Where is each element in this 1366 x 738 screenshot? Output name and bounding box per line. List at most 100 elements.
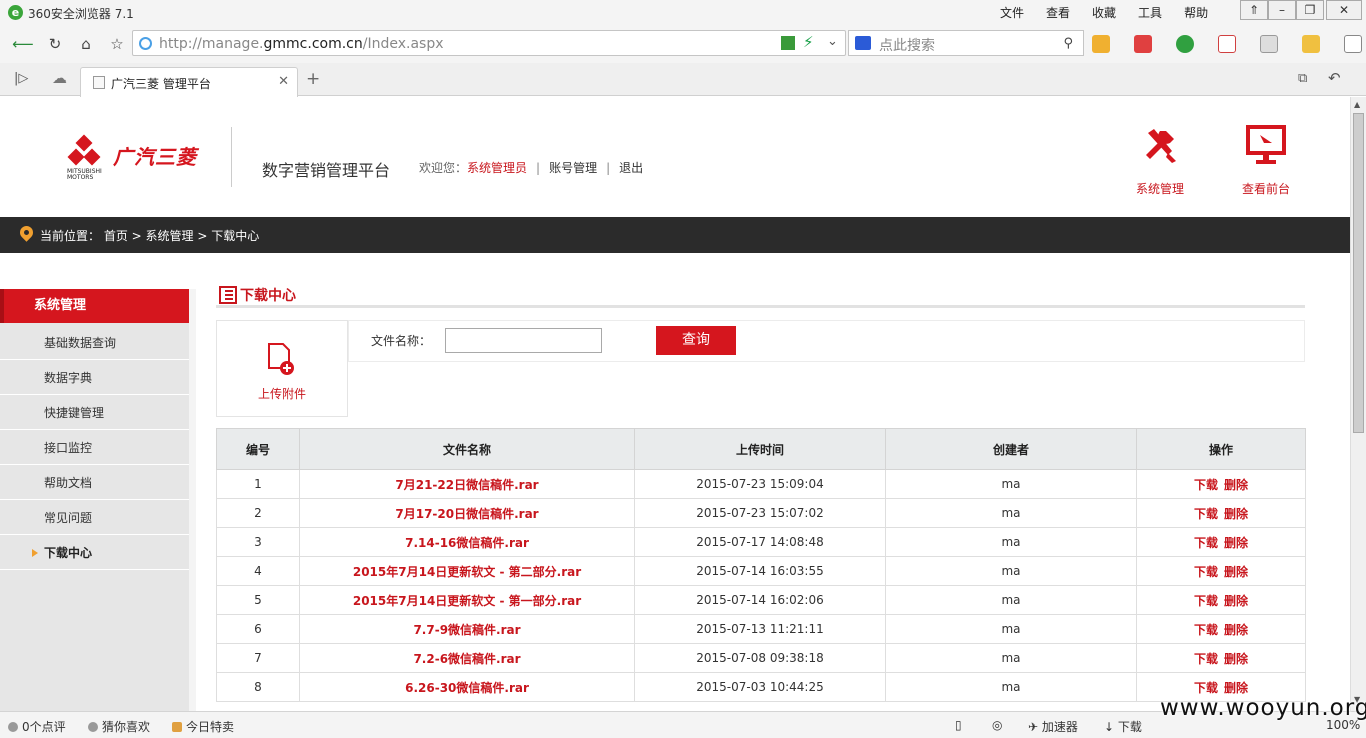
download-link[interactable]: 下载 — [1194, 623, 1218, 637]
game-icon[interactable] — [1302, 35, 1320, 53]
delete-link[interactable]: 删除 — [1224, 536, 1248, 550]
cell-file-name-link[interactable]: 7月21-22日微信稿件.rar — [299, 469, 635, 499]
menu-file[interactable]: 文件 — [1000, 4, 1024, 21]
logout-link[interactable]: 退出 — [619, 161, 643, 175]
shop-icon[interactable] — [1134, 35, 1152, 53]
cell-file-name-link[interactable]: 7.14-16微信稿件.rar — [299, 527, 635, 557]
breadcrumb-path[interactable]: 首页 > 系统管理 > 下载中心 — [104, 229, 259, 243]
tools-icon[interactable] — [1344, 35, 1362, 53]
query-button[interactable]: 查询 — [656, 326, 736, 355]
cell-upload-time: 2015-07-14 16:02:06 — [634, 585, 886, 615]
file-name-input[interactable] — [445, 328, 602, 353]
address-bar[interactable]: http://manage.gmmc.com.cn/Index.aspx ⚡ ⌄ — [132, 30, 846, 56]
page-scrollbar[interactable]: ▲ ▼ — [1350, 97, 1366, 711]
maximize-button[interactable]: ❐ — [1296, 0, 1324, 20]
account-management-link[interactable]: 账号管理 — [549, 161, 597, 175]
left-sidebar: 系统管理 基础数据查询 数据字典 快捷键管理 接口监控 帮助文档 常见问题 下载… — [0, 289, 196, 711]
cell-id: 6 — [216, 614, 300, 644]
cell-creator: ma — [885, 614, 1137, 644]
cell-creator: ma — [885, 672, 1137, 702]
tab-active[interactable]: 广汽三菱 管理平台 ✕ — [80, 67, 298, 97]
new-tab-button[interactable]: + — [306, 69, 320, 89]
view-front-button[interactable]: 查看前台 — [1226, 125, 1306, 197]
download-link[interactable]: 下载 — [1194, 594, 1218, 608]
upload-attachment-button[interactable]: 上传附件 — [216, 320, 348, 417]
comments-status[interactable]: 0个点评 — [8, 718, 66, 735]
address-dropdown-icon[interactable]: ⌄ — [827, 34, 838, 49]
menu-tools[interactable]: 工具 — [1138, 4, 1162, 21]
cell-file-name-link[interactable]: 7.2-6微信稿件.rar — [299, 643, 635, 673]
cell-file-name-link[interactable]: 7月17-20日微信稿件.rar — [299, 498, 635, 528]
home-icon[interactable]: ⌂ — [75, 33, 97, 55]
delete-link[interactable]: 删除 — [1224, 623, 1248, 637]
delete-link[interactable]: 删除 — [1224, 652, 1248, 666]
sidebar-item-faq[interactable]: 常见问题 — [0, 501, 189, 535]
back-icon[interactable]: ⟵ — [12, 33, 34, 55]
extension-icons — [1092, 35, 1366, 53]
restore-tab-icon[interactable]: ⧉ — [1298, 71, 1307, 86]
delete-link[interactable]: 删除 — [1224, 507, 1248, 521]
speed-dial-icon[interactable]: ◎ — [992, 718, 1002, 732]
download-link[interactable]: 下载 — [1194, 478, 1218, 492]
cell-creator: ma — [885, 527, 1137, 557]
minimize-button[interactable]: – — [1268, 0, 1296, 20]
table-row: 3 7.14-16微信稿件.rar 2015-07-17 14:08:48 ma 下载删… — [216, 527, 1306, 557]
page-favicon-icon — [93, 76, 105, 89]
web-page: MITSUBISHI MOTORS 广汽三菱 数字营销管理平台 欢迎您：系统管理… — [0, 97, 1350, 711]
screenshot-icon[interactable] — [1260, 35, 1278, 53]
security-icon[interactable] — [1176, 35, 1194, 53]
scroll-up-icon[interactable]: ▲ — [1354, 100, 1360, 109]
browser-menu-bar: 文件 查看 收藏 工具 帮助 — [1000, 3, 1230, 21]
search-icon[interactable]: ⚲ — [1063, 36, 1073, 51]
sidebar-item-data-dictionary[interactable]: 数据字典 — [0, 361, 189, 395]
refresh-icon[interactable]: ↻ — [44, 33, 66, 55]
sidebar-item-basic-data-query[interactable]: 基础数据查询 — [0, 326, 189, 360]
delete-link[interactable]: 删除 — [1224, 594, 1248, 608]
cell-id: 3 — [216, 527, 300, 557]
delete-link[interactable]: 删除 — [1224, 565, 1248, 579]
scroll-thumb[interactable] — [1353, 113, 1364, 433]
cell-file-name-link[interactable]: 2015年7月14日更新软文 - 第一部分.rar — [299, 585, 635, 615]
current-user[interactable]: 系统管理员 — [467, 161, 527, 175]
daily-deals[interactable]: 今日特卖 — [172, 718, 234, 735]
sidebar-item-download-center[interactable]: 下载中心 — [0, 536, 189, 570]
header-divider — [231, 127, 232, 187]
cell-file-name-link[interactable]: 6.26-30微信稿件.rar — [299, 672, 635, 702]
cell-file-name-link[interactable]: 2015年7月14日更新软文 - 第二部分.rar — [299, 556, 635, 586]
menu-favorites[interactable]: 收藏 — [1092, 4, 1116, 21]
sidebar-toggle-icon[interactable]: |▷ — [14, 71, 28, 86]
download-link[interactable]: 下载 — [1194, 681, 1218, 695]
close-tab-icon[interactable]: ✕ — [278, 74, 289, 89]
undo-close-icon[interactable]: ↶ — [1328, 69, 1341, 87]
download-link[interactable]: 下载 — [1194, 652, 1218, 666]
sidebar-item-help-docs[interactable]: 帮助文档 — [0, 466, 189, 500]
guess-you-like[interactable]: 猜你喜欢 — [88, 718, 150, 735]
download-link[interactable]: 下载 — [1194, 507, 1218, 521]
favorite-star-icon[interactable]: ☆ — [106, 33, 128, 55]
qr-icon[interactable] — [781, 36, 795, 50]
delete-link[interactable]: 删除 — [1224, 478, 1248, 492]
download-link[interactable]: 下载 — [1194, 565, 1218, 579]
mobile-icon[interactable]: ▯ — [955, 718, 962, 732]
cell-file-name-link[interactable]: 7.7-9微信稿件.rar — [299, 614, 635, 644]
menu-view[interactable]: 查看 — [1046, 4, 1070, 21]
skin-icon[interactable]: ⇑ — [1240, 0, 1268, 20]
site-header: MITSUBISHI MOTORS 广汽三菱 数字营销管理平台 欢迎您：系统管理… — [0, 97, 1350, 217]
sidebar-item-shortcut-management[interactable]: 快捷键管理 — [0, 396, 189, 430]
accelerator-button[interactable]: ✈ 加速器 — [1028, 718, 1078, 735]
view-front-label: 查看前台 — [1241, 182, 1290, 196]
sidebar-item-interface-monitor[interactable]: 接口监控 — [0, 431, 189, 465]
close-window-button[interactable]: ✕ — [1326, 0, 1362, 20]
adblock-icon[interactable] — [1218, 35, 1236, 53]
download-link[interactable]: 下载 — [1194, 536, 1218, 550]
apps-icon[interactable] — [1092, 35, 1110, 53]
system-admin-button[interactable]: 系统管理 — [1120, 125, 1200, 197]
download-manager-button[interactable]: ↓ 下载 — [1104, 718, 1142, 735]
search-box[interactable]: 点此搜索 ⚲ — [848, 30, 1084, 56]
speed-mode-icon[interactable]: ⚡ — [803, 33, 814, 51]
cloud-icon[interactable]: ☁ — [52, 69, 67, 87]
sidebar-heading[interactable]: 系统管理 — [0, 289, 189, 323]
delete-link[interactable]: 删除 — [1224, 681, 1248, 695]
baidu-engine-icon[interactable] — [855, 36, 871, 50]
menu-help[interactable]: 帮助 — [1184, 4, 1208, 21]
